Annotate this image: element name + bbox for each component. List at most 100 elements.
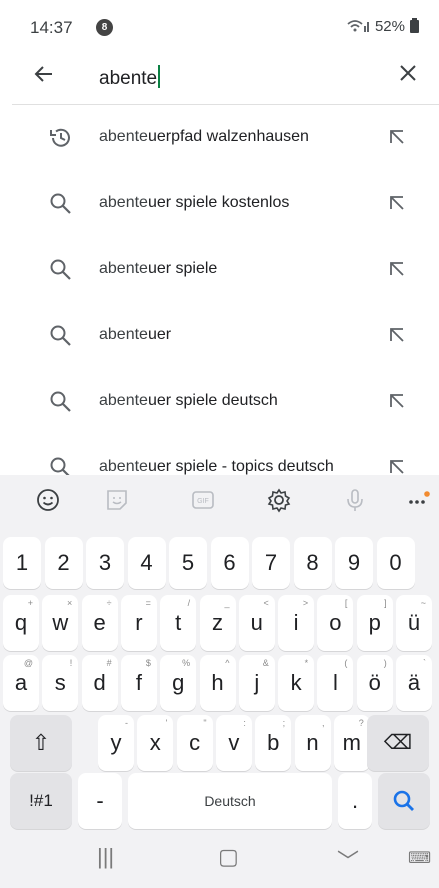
- key-secondary: !: [69, 658, 73, 668]
- symbols-key[interactable]: !#1: [10, 773, 72, 829]
- key-a[interactable]: a @: [3, 655, 39, 711]
- key-6[interactable]: 6: [210, 537, 249, 589]
- key-ü[interactable]: ü ~: [396, 595, 432, 651]
- key-9[interactable]: 9: [335, 537, 373, 589]
- key-label: z: [212, 610, 223, 635]
- navigation-bar: ||| ▢ ﹀ ⌨: [0, 830, 439, 888]
- more-icon[interactable]: [406, 487, 432, 513]
- key-4[interactable]: 4: [127, 537, 166, 589]
- key-j[interactable]: j &: [238, 655, 275, 711]
- key-l[interactable]: l(: [317, 655, 354, 711]
- key-label: a: [14, 670, 28, 695]
- key-label: m: [342, 730, 361, 755]
- fill-query-icon[interactable]: [388, 194, 406, 212]
- key-h[interactable]: h ^: [199, 655, 236, 711]
- suggestion-item[interactable]: abenteuerpfad walzenhausen: [0, 105, 439, 171]
- key-r[interactable]: r =: [120, 595, 157, 651]
- key-e[interactable]: e ÷: [81, 595, 118, 651]
- key-x[interactable]: x ': [137, 715, 174, 771]
- key-ö[interactable]: ö): [356, 655, 393, 711]
- text-cursor: [158, 65, 161, 88]
- fill-query-icon[interactable]: [388, 128, 406, 146]
- key-z[interactable]: z _: [199, 595, 236, 651]
- key-secondary: <: [263, 598, 269, 608]
- shift-key[interactable]: ⇧: [10, 715, 72, 771]
- notification-badge: 8: [96, 19, 113, 36]
- key-m[interactable]: m?: [333, 715, 370, 771]
- wifi-icon: [346, 18, 370, 35]
- back-arrow-icon[interactable]: [32, 62, 56, 93]
- gif-icon[interactable]: GIF: [190, 487, 216, 513]
- suggestion-text: abenteuer spiele deutsch: [99, 392, 278, 409]
- suggestion-item[interactable]: abenteuer spiele - topics deutsch: [0, 435, 439, 475]
- key-n[interactable]: n,: [294, 715, 331, 771]
- key-label: ä: [407, 670, 421, 695]
- fill-query-icon[interactable]: [388, 326, 406, 344]
- key-w[interactable]: w ×: [42, 595, 79, 651]
- emoji-icon[interactable]: [35, 487, 61, 513]
- suggestion-item[interactable]: abenteuer: [0, 303, 439, 369]
- fill-query-icon[interactable]: [388, 458, 406, 475]
- key-secondary: ): [383, 658, 387, 668]
- key-u[interactable]: u <: [238, 595, 275, 651]
- key-d[interactable]: d #: [81, 655, 118, 711]
- keyboard-switch-icon[interactable]: ⌨: [408, 848, 431, 868]
- suggestion-text: abenteuerpfad walzenhausen: [99, 128, 309, 145]
- back-nav-icon[interactable]: ﹀: [337, 844, 359, 876]
- key-f[interactable]: f $: [120, 655, 157, 711]
- key-label: r: [135, 610, 143, 635]
- fill-query-icon[interactable]: [388, 260, 406, 278]
- key-v[interactable]: v:: [215, 715, 252, 771]
- key-label: k: [290, 670, 302, 695]
- key-c[interactable]: c ": [176, 715, 213, 771]
- key-label: !#1: [29, 791, 53, 810]
- key-label: ⇧: [31, 730, 51, 755]
- home-icon[interactable]: ▢: [218, 844, 239, 870]
- key-s[interactable]: s!: [42, 655, 79, 711]
- key-t[interactable]: t /: [160, 595, 197, 651]
- key-y[interactable]: y-: [98, 715, 134, 771]
- clear-icon[interactable]: [397, 60, 419, 91]
- backspace-key[interactable]: ⌫: [367, 715, 429, 771]
- suggestion-item[interactable]: abenteuer spiele kostenlos: [0, 171, 439, 237]
- key-label: n: [306, 730, 319, 755]
- suggestion-item[interactable]: abenteuer spiele: [0, 237, 439, 303]
- key-label: 6: [223, 550, 236, 575]
- recent-apps-icon[interactable]: |||: [97, 844, 114, 870]
- dash-key[interactable]: -: [78, 773, 122, 829]
- space-key[interactable]: Deutsch: [128, 773, 332, 829]
- key-label: ü: [407, 610, 421, 635]
- key-i[interactable]: i >: [278, 595, 315, 651]
- fill-query-icon[interactable]: [388, 392, 406, 410]
- key-0[interactable]: 0: [376, 537, 415, 589]
- key-k[interactable]: k *: [278, 655, 315, 711]
- key-7[interactable]: 7: [252, 537, 290, 589]
- key-g[interactable]: g%: [160, 655, 197, 711]
- key-b[interactable]: b;: [255, 715, 292, 771]
- key-label: i: [293, 610, 299, 635]
- key-secondary: ': [165, 718, 168, 728]
- settings-icon[interactable]: [266, 487, 292, 513]
- sticker-icon[interactable]: [104, 487, 130, 513]
- microphone-icon[interactable]: [342, 487, 368, 513]
- search-key[interactable]: [378, 773, 430, 829]
- key-label: d: [93, 670, 106, 695]
- key-5[interactable]: 5: [169, 537, 207, 589]
- search-icon: [48, 323, 74, 349]
- key-label: Deutsch: [204, 793, 256, 809]
- key-p[interactable]: p]: [356, 595, 393, 651]
- key-o[interactable]: o[: [317, 595, 354, 651]
- period-key[interactable]: .: [338, 773, 372, 829]
- key-ä[interactable]: ä `: [396, 655, 432, 711]
- key-2[interactable]: 2: [44, 537, 83, 589]
- key-secondary: @: [23, 658, 33, 668]
- search-input[interactable]: abente: [99, 65, 161, 90]
- key-1[interactable]: 1: [3, 537, 41, 589]
- key-q[interactable]: q +: [3, 595, 39, 651]
- key-secondary: `: [423, 658, 426, 668]
- suggestion-item[interactable]: abenteuer spiele deutsch: [0, 369, 439, 435]
- key-secondary: $: [145, 658, 151, 668]
- key-secondary: ": [203, 718, 207, 728]
- key-8[interactable]: 8: [293, 537, 332, 589]
- key-3[interactable]: 3: [86, 537, 124, 589]
